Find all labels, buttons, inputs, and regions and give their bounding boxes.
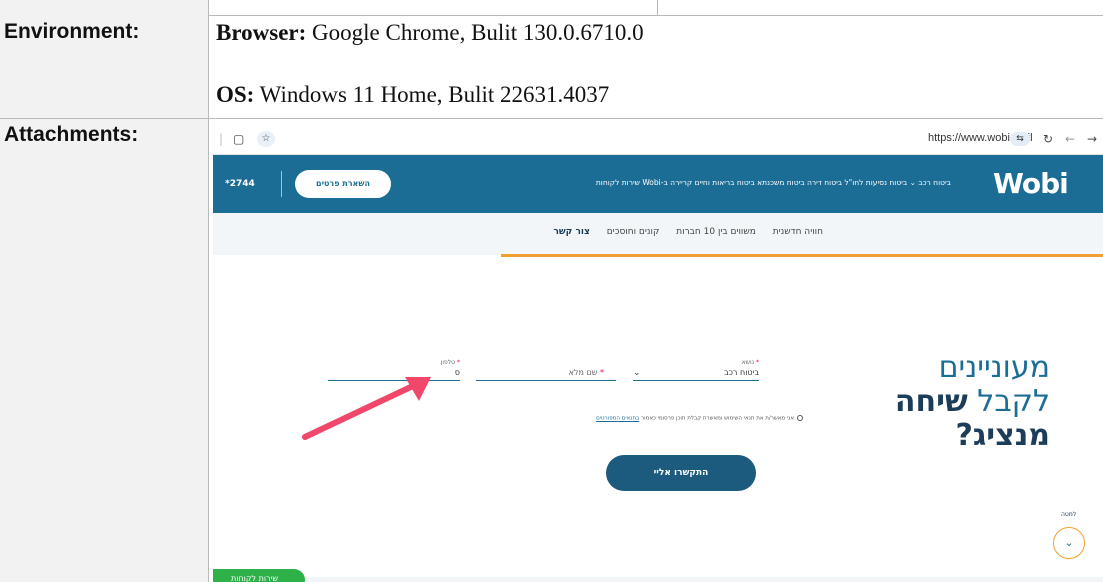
call-me-button[interactable]: התקשרו אליי [606,455,756,491]
environment-row: Environment: Browser: Google Chrome, Bul… [0,16,1103,119]
subnav-item-compare[interactable]: משווים בין 10 חברות [676,227,756,237]
browser-value: Google Chrome, Bulit 130.0.6710.0 [306,20,644,45]
consent-radio[interactable] [797,415,803,421]
subnav-item-buy-save[interactable]: קונים וחוסכים [607,227,660,237]
consent-row: אני מאשר/ת את תנאי השימוש ומאשרת קבלת תו… [483,415,803,422]
phone-label: * טלפון [440,359,460,366]
os-line: OS: Windows 11 Home, Bulit 22631.4037 [216,82,609,108]
top-strip-divider [657,0,658,16]
sub-navigation: חוויה חדשנית משווים בין 10 חברות קונים ו… [213,213,1103,255]
scroll-down-button[interactable]: ⌄ [1053,527,1085,559]
os-value: Windows 11 Home, Bulit 22631.4037 [254,82,610,107]
browser-label: Browser: [216,20,307,45]
subnav-underline [501,254,1103,257]
environment-content: Browser: Google Chrome, Bulit 130.0.6710… [210,16,1103,118]
topic-select[interactable]: ביטוח רכב ⌄ [633,368,759,378]
consent-terms-link[interactable]: בתנאים המפורטים [596,416,639,422]
page-footer-strip [213,577,1103,582]
forward-icon[interactable]: → [1087,132,1097,146]
tab-divider-icon: | [219,132,224,146]
headline-line-2: לקבל שיחה [850,385,1050,419]
subnav-item-innovative[interactable]: חוויה חדשנית [773,227,823,237]
top-strip-label-cell [0,0,209,16]
browser-toolbar: | ▢ ☆ https://www.wobi.co.il ⇆ ↻ ← → [213,129,1103,155]
back-icon[interactable]: ← [1065,132,1075,146]
customer-service-chat[interactable]: שירות לקוחות [213,569,305,582]
site-settings-icon[interactable]: ⇆ [1010,132,1030,146]
topic-field[interactable]: * נושא ביטוח רכב ⌄ [633,359,759,381]
chevron-down-icon: ⌄ [633,368,641,378]
document-table: Environment: Browser: Google Chrome, Bul… [0,0,1103,582]
attachments-row: Attachments: | ▢ ☆ https://www.wobi.co.i… [0,119,1103,582]
headline-line-2b: שיחה [894,384,968,419]
scroll-down-label: למטה [1061,511,1077,518]
table-top-strip [0,0,1103,16]
consent-text: אני מאשר/ת את תנאי השימוש ומאשרת קבלת תו… [639,415,794,422]
browser-line: Browser: Google Chrome, Bulit 130.0.6710… [216,20,644,46]
subnav-links: חוויה חדשנית משווים בין 10 חברות קונים ו… [493,227,823,237]
attachments-content: | ▢ ☆ https://www.wobi.co.il ⇆ ↻ ← → Wob… [210,119,1103,582]
subnav-item-contact[interactable]: צור קשר [553,227,589,237]
os-label: OS: [216,82,255,107]
main-nav-links[interactable]: ביטוח רכב ⌄ ביטוח נסיעות לחו"ל ביטוח דיר… [461,178,951,187]
annotation-arrow [302,377,431,440]
chevron-down-icon: ⌄ [1064,536,1074,549]
full-name-field[interactable]: * שם מלא [476,359,616,381]
reload-icon[interactable]: ↻ [1043,132,1053,146]
topic-label: * נושא [741,359,759,366]
page-headline: מעוניינים לקבל שיחה מנציג? [850,351,1050,453]
nav-divider [281,171,282,197]
bookmark-star-icon[interactable]: ☆ [257,131,275,147]
headline-line-2a: לקבל [967,384,1050,419]
attachments-label: Attachments: [0,119,209,582]
environment-label: Environment: [0,16,209,118]
attached-screenshot: | ▢ ☆ https://www.wobi.co.il ⇆ ↻ ← → Wob… [213,129,1103,582]
full-name-label[interactable]: * שם מלא [476,368,616,377]
phone-number[interactable]: *2744 [225,179,255,189]
headline-line-1: מעוניינים [938,350,1050,385]
headline-line-3: מנציג? [955,418,1050,453]
site-navigation: Wobi ביטוח רכב ⌄ ביטוח נסיעות לחו"ל ביטו… [213,155,1103,213]
leave-details-button[interactable]: השארת פרטים [295,170,391,198]
wobi-logo[interactable]: Wobi [993,167,1069,200]
tab-icon[interactable]: ▢ [233,132,244,146]
